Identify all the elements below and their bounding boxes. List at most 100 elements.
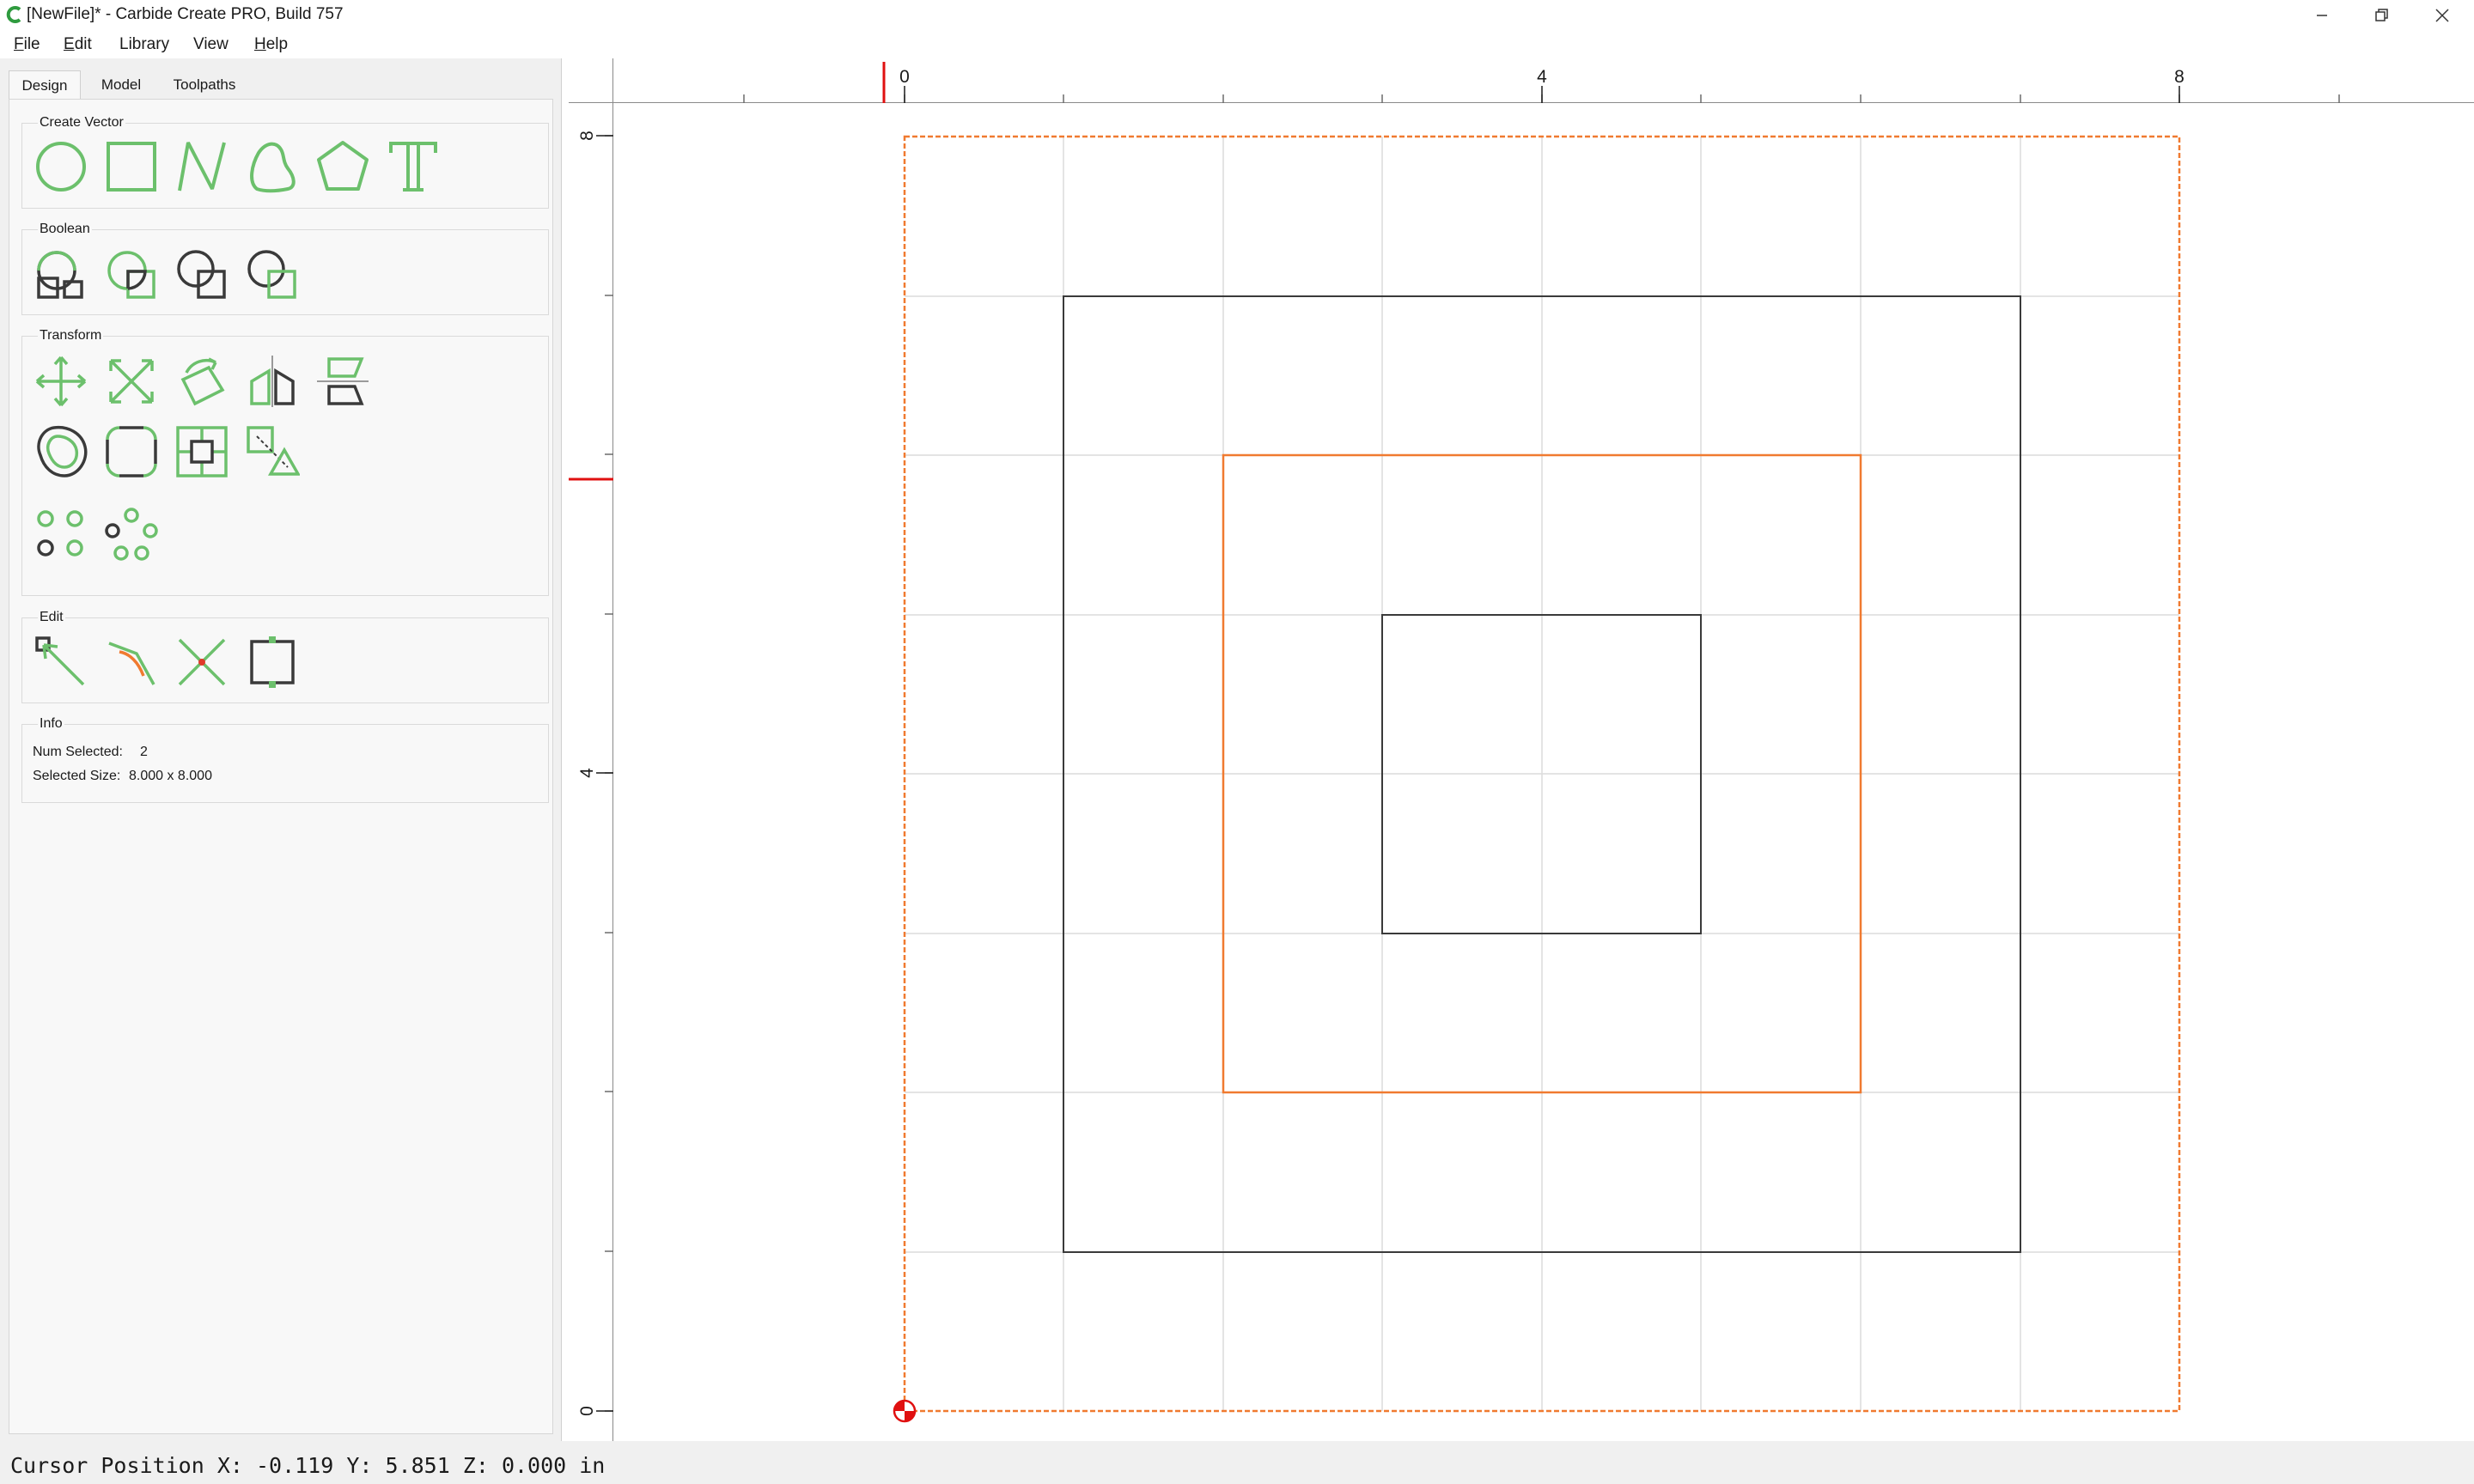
text-icon [389,142,437,192]
num-selected-label: Num Selected: [33,745,123,759]
transform-group: Transform [21,328,549,596]
create-vector-group: Create Vector [21,115,549,209]
boolean-intersect-icon [177,250,226,299]
close-button[interactable] [2412,0,2472,31]
info-group: Info Num Selected: 2 Selected Size: 8.00… [21,716,549,803]
circular-pattern-grid-icon [37,510,83,556]
horizontal-ruler-graphic: 0 4 8 [743,62,2340,103]
ruler-left-label-4: 4 [577,768,597,778]
boolean-intersect-button[interactable] [169,242,235,307]
create-vector-title: Create Vector [38,115,125,131]
node-edit-button[interactable] [28,629,94,695]
center-icon [176,426,228,477]
ruler-top-label-0: 0 [899,67,910,87]
scale-tool-button[interactable] [99,349,164,414]
menu-bar: File Edit Library View Help [0,31,2474,58]
polygon-icon [317,141,369,191]
circle-tool-button[interactable] [28,134,94,199]
ruler-left-label-8: 8 [577,131,597,141]
drawing-canvas[interactable] [613,104,2474,1441]
boolean-subtract-button[interactable] [99,242,164,307]
curve-edit-icon [108,642,155,685]
transform-title: Transform [38,328,104,344]
menu-library[interactable]: Library [119,33,169,56]
design-panel: Design Model Toolpaths Create Vector Boo… [0,58,562,1441]
node-edit-icon [35,636,85,686]
tab-model[interactable]: Model [84,70,158,100]
boolean-union-icon [37,251,83,299]
tab-toolpaths[interactable]: Toolpaths [160,70,249,100]
selected-size-label: Selected Size: [33,769,121,783]
ruler-left-label-0: 0 [577,1406,597,1416]
curve-icon [250,142,296,193]
curve-edit-button[interactable] [99,629,164,695]
restore-button[interactable] [2352,0,2412,31]
rectangle-icon [107,142,156,192]
close-icon [2435,9,2449,22]
origin-marker-icon [893,1399,917,1423]
ruler-top-label-4: 4 [1537,67,1547,87]
circular-pattern-button[interactable] [99,502,164,567]
selected-size-value: 8.000 x 8.000 [129,769,212,783]
rotate-icon [180,357,225,406]
array-icon [247,426,300,476]
selected-size-row: Selected Size: 8.000 x 8.000 [33,768,212,785]
status-bar: Cursor Position X: -0.119 Y: 5.851 Z: 0.… [0,1441,2474,1484]
rotate-tool-button[interactable] [169,349,235,414]
vertical-ruler-graphic: 8 4 0 [569,131,613,1416]
trim-button[interactable] [169,629,235,695]
fillet-icon [106,426,157,477]
polyline-tool-button[interactable] [169,134,235,199]
num-selected-value: 2 [140,745,148,759]
polyline-icon [178,142,226,192]
boolean-weld-button[interactable] [240,242,305,307]
fillet-tool-button[interactable] [99,419,164,484]
trim-icon [178,638,226,686]
move-tool-button[interactable] [28,349,94,414]
vertical-ruler[interactable]: 8 4 0 [569,103,613,1447]
menu-view[interactable]: View [193,33,229,56]
move-icon [35,356,87,407]
ruler-top-label-8: 8 [2174,67,2185,87]
rectangle-tool-button[interactable] [99,134,164,199]
circular-pattern-grid-button[interactable] [28,502,94,567]
menu-edit[interactable]: Edit [64,33,92,56]
center-tool-button[interactable] [169,419,235,484]
align-icon [317,357,369,405]
boolean-title: Boolean [38,222,92,237]
bounding-box-button[interactable] [240,629,305,695]
window-title: [NewFile]* - Carbide Create PRO, Build 7… [27,5,344,23]
offset-icon [37,425,88,477]
edit-group: Edit [21,610,549,703]
minimize-icon [2317,15,2327,16]
tab-design[interactable]: Design [9,70,81,100]
menu-help[interactable]: Help [254,33,288,56]
boolean-weld-icon [247,250,296,299]
circular-pattern-icon [105,508,158,561]
offset-tool-button[interactable] [28,419,94,484]
edit-title: Edit [38,610,65,625]
curve-tool-button[interactable] [240,134,305,199]
ruler-corner [569,58,613,103]
horizontal-ruler[interactable]: 0 4 8 [613,58,2474,103]
align-tool-button[interactable] [310,349,375,414]
menu-file[interactable]: File [14,33,40,56]
mirror-tool-button[interactable] [240,349,305,414]
drawing-svg [893,135,2181,1423]
boolean-group: Boolean [21,222,549,315]
minimize-button[interactable] [2292,0,2352,31]
design-tab-pane: Create Vector Boolean Transform Edit Inf… [9,99,553,1434]
boolean-union-button[interactable] [28,242,94,307]
text-tool-button[interactable] [381,134,446,199]
polygon-tool-button[interactable] [310,134,375,199]
restore-icon [2375,9,2388,21]
info-title: Info [38,716,64,732]
title-bar: [NewFile]* - Carbide Create PRO, Build 7… [0,0,2474,31]
cursor-position-readout: Cursor Position X: -0.119 Y: 5.851 Z: 0.… [10,1453,606,1478]
carbide-app-icon [6,6,21,23]
bounding-box-icon [250,636,295,688]
num-selected-row: Num Selected: 2 [33,744,148,761]
scale-icon [109,359,154,404]
array-tool-button[interactable] [240,419,305,484]
mirror-icon [250,356,295,407]
